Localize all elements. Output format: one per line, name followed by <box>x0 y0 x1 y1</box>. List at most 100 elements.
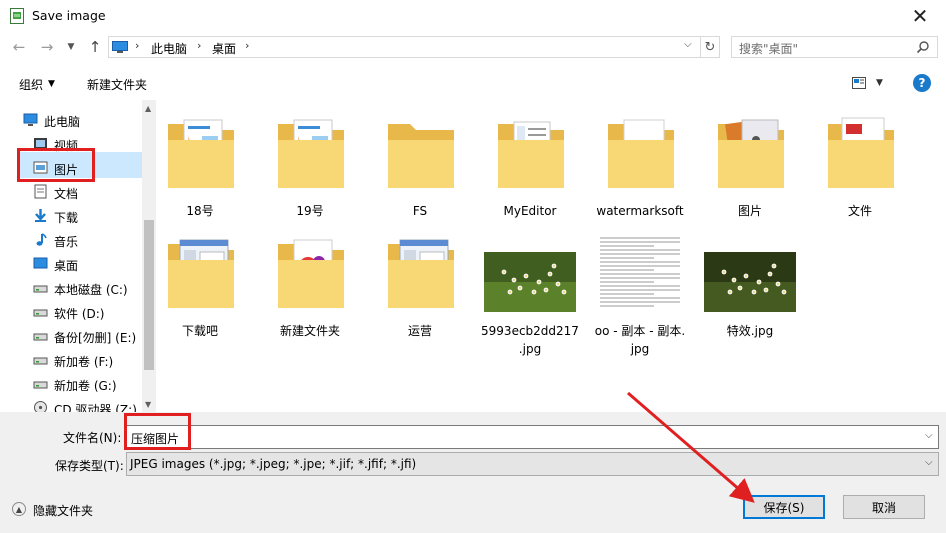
folder-icon <box>484 112 576 200</box>
sidebar-item-label: 下载 <box>54 211 79 225</box>
sidebar-item[interactable]: 音乐 <box>0 228 142 252</box>
file-type-label: 保存类型(T): <box>55 459 124 473</box>
folder-item[interactable]: MyEditor <box>480 112 580 230</box>
folder-icon <box>154 112 246 200</box>
sidebar-item-label: 软件 (D:) <box>54 307 105 321</box>
computer-icon <box>112 41 128 53</box>
folder-item[interactable]: 18号 <box>150 112 250 230</box>
app-icon <box>10 8 24 24</box>
folder-item[interactable]: 图片 <box>700 112 800 230</box>
file-name: 下载吧 <box>181 324 218 338</box>
forward-arrow-icon[interactable]: → <box>36 36 58 58</box>
folder-item[interactable]: 文件 <box>810 112 910 230</box>
folder-item[interactable]: 19号 <box>260 112 360 230</box>
folder-item[interactable]: watermarksoft <box>590 112 690 230</box>
up-arrow-icon[interactable]: ↑ <box>84 36 106 58</box>
file-name: oo - 副本 - 副本. jpg <box>594 324 686 356</box>
folder-item[interactable]: FS <box>370 112 470 230</box>
address-bar[interactable]: › 此电脑 › 桌面 › ⌵ ↻ <box>108 36 720 58</box>
sidebar-item-label: 新加卷 (G:) <box>54 379 117 393</box>
sidebar-item[interactable]: 文档 <box>0 180 142 204</box>
breadcrumb-this-pc[interactable]: 此电脑 <box>151 40 187 57</box>
chevron-down-icon[interactable]: ▼ <box>876 78 883 88</box>
folder-icon <box>814 112 906 200</box>
organize-button[interactable]: 组织 <box>19 76 43 93</box>
save-button[interactable]: 保存(S) <box>743 495 825 519</box>
help-icon[interactable]: ? <box>913 74 931 92</box>
sidebar-item-label: 此电脑 <box>44 115 81 129</box>
file-name: watermarksoft <box>596 204 684 218</box>
image-thumbnail-icon <box>484 232 576 320</box>
sidebar-item[interactable]: 新加卷 (G:) <box>0 372 142 396</box>
breadcrumb-desktop[interactable]: 桌面 <box>212 40 236 57</box>
sidebar-item[interactable]: 下载 <box>0 204 142 228</box>
file-name: 图片 <box>737 204 762 218</box>
sidebar-item[interactable]: 软件 (D:) <box>0 300 142 324</box>
chevron-down-icon[interactable]: ⌵ <box>925 430 933 441</box>
annotation-highlight-box <box>17 148 95 182</box>
file-type-select[interactable]: JPEG images (*.jpg; *.jpeg; *.jpe; *.jif… <box>126 452 939 476</box>
drive-icon <box>33 309 48 317</box>
chevron-up-icon[interactable]: ▲ <box>12 502 26 516</box>
folder-item[interactable]: 运营 <box>370 232 470 350</box>
chevron-down-icon[interactable]: ⌵ <box>925 457 933 468</box>
search-icon[interactable] <box>915 39 931 55</box>
image-file-item[interactable]: 特效.jpg <box>700 232 800 350</box>
hide-folders-toggle[interactable]: 隐藏文件夹 <box>33 502 93 519</box>
search-box[interactable]: 搜索"桌面" <box>731 36 938 58</box>
file-name: 新建文件夹 <box>279 324 340 338</box>
sidebar-item[interactable]: 备份[勿删] (E:) <box>0 324 142 348</box>
sidebar-item-label: 音乐 <box>54 235 79 249</box>
document-icon <box>34 184 47 199</box>
title-bar <box>0 0 946 32</box>
refresh-icon[interactable]: ↻ <box>700 37 719 57</box>
file-name: 5993ecb2dd217 .jpg <box>481 324 579 356</box>
file-name: 18号 <box>186 204 214 218</box>
image-thumbnail-icon <box>704 232 796 320</box>
folder-icon <box>154 232 246 320</box>
computer-icon <box>23 113 38 126</box>
close-icon[interactable]: ✕ <box>900 2 940 30</box>
chevron-down-icon[interactable]: ▼ <box>48 79 55 89</box>
sidebar-item[interactable]: 桌面 <box>0 252 142 276</box>
annotation-highlight-box <box>124 413 191 450</box>
folder-item[interactable]: 新建文件夹 <box>260 232 360 350</box>
sidebar-item-label: 本地磁盘 (C:) <box>54 283 128 297</box>
folder-item[interactable]: 下载吧 <box>150 232 250 350</box>
folder-icon <box>704 112 796 200</box>
download-icon <box>35 209 46 222</box>
file-type-value[interactable]: JPEG images (*.jpg; *.jpeg; *.jpe; *.jif… <box>130 457 416 471</box>
sidebar-item[interactable]: 本地磁盘 (C:) <box>0 276 142 300</box>
drive-icon <box>33 285 48 293</box>
sidebar-item[interactable]: 新加卷 (F:) <box>0 348 142 372</box>
search-placeholder[interactable]: 搜索"桌面" <box>739 40 798 57</box>
filename-input[interactable]: 压缩图片 ⌵ <box>126 425 939 449</box>
sidebar-item-label: 备份[勿删] (E:) <box>54 331 137 345</box>
drive-icon <box>33 333 48 341</box>
sidebar-item-label: 新加卷 (F:) <box>54 355 114 369</box>
file-name: 19号 <box>296 204 324 218</box>
new-folder-button[interactable]: 新建文件夹 <box>87 76 147 93</box>
back-arrow-icon[interactable]: ← <box>8 36 30 58</box>
image-file-item[interactable]: oo - 副本 - 副本. jpg <box>590 232 690 356</box>
scroll-down-icon[interactable]: ▼ <box>145 400 151 409</box>
folder-icon <box>374 232 466 320</box>
recent-locations-icon[interactable]: ▼ <box>60 36 82 58</box>
view-options-icon[interactable] <box>852 77 866 89</box>
file-name: FS <box>412 204 428 218</box>
image-file-item[interactable]: 5993ecb2dd217 .jpg <box>480 232 580 356</box>
music-icon <box>36 233 47 246</box>
file-name: 文件 <box>847 204 872 218</box>
chevron-down-icon[interactable]: ⌵ <box>684 39 692 50</box>
file-name: 运营 <box>407 324 432 338</box>
cancel-button[interactable]: 取消 <box>843 495 925 519</box>
window-title: Save image <box>32 8 106 23</box>
sidebar-item[interactable]: 此电脑 <box>0 108 142 132</box>
chevron-right-icon: › <box>245 39 250 52</box>
drive-icon <box>33 381 48 389</box>
sidebar-item-label: 桌面 <box>54 259 79 273</box>
desktop-icon <box>33 257 48 269</box>
file-name: MyEditor <box>503 204 557 218</box>
folder-icon <box>264 112 356 200</box>
filename-label: 文件名(N): <box>63 431 122 445</box>
